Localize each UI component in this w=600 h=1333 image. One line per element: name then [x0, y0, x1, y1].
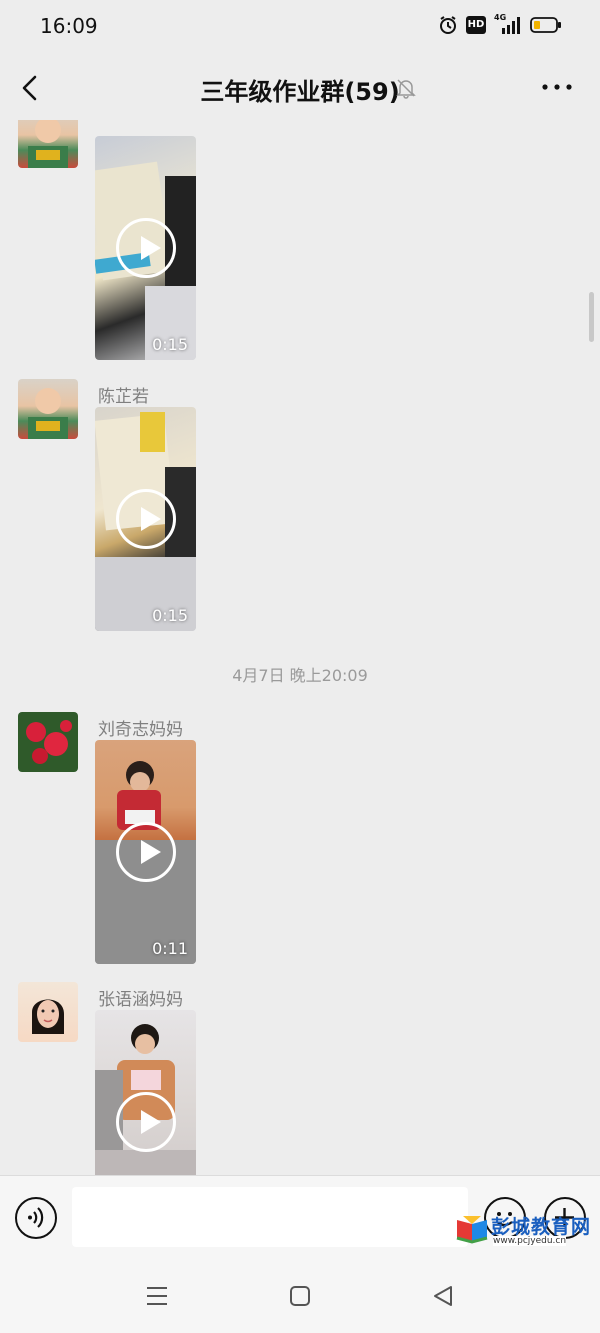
message-timestamp: 4月7日 晚上20:09: [232, 666, 368, 685]
watermark: 彭城教育网 www.pcjyedu.cn: [455, 1212, 595, 1246]
system-nav-bar: [0, 1255, 600, 1333]
video-message[interactable]: 0:11: [95, 740, 196, 964]
video-message[interactable]: 0:15: [95, 136, 196, 360]
battery-icon: [530, 17, 561, 33]
menu-icon[interactable]: [145, 1285, 169, 1307]
video-message[interactable]: [95, 1010, 196, 1175]
chat-title: 三年级作业群(59): [200, 78, 400, 106]
avatar[interactable]: [18, 120, 78, 168]
book-logo-icon: [456, 1216, 488, 1244]
back-triangle-icon[interactable]: [432, 1285, 454, 1307]
home-icon[interactable]: [289, 1285, 311, 1307]
more-icon[interactable]: [542, 82, 572, 92]
play-icon[interactable]: [115, 822, 176, 882]
sender-name: 刘奇志妈妈: [98, 720, 183, 740]
hd-icon: HD: [466, 16, 486, 34]
avatar[interactable]: [18, 379, 78, 439]
mute-bell-icon: [396, 79, 416, 99]
video-message[interactable]: 0:15: [95, 407, 196, 631]
play-icon[interactable]: [115, 489, 176, 549]
video-duration: 0:15: [152, 606, 188, 625]
message-input[interactable]: [72, 1187, 468, 1247]
chat-messages[interactable]: 0:15 陈芷若 0:15 4月7日 晚上20:09 刘奇志妈妈 0:11 张语…: [0, 120, 600, 1175]
play-icon[interactable]: [115, 1092, 176, 1152]
watermark-url: www.pcjyedu.cn: [493, 1236, 567, 1246]
status-time: 16:09: [40, 14, 98, 38]
alarm-icon: [440, 16, 456, 34]
avatar[interactable]: [18, 712, 78, 772]
status-icons: HD 4G: [438, 13, 562, 35]
avatar[interactable]: [18, 982, 78, 1042]
video-duration: 0:15: [152, 335, 188, 354]
sender-name: 张语涵妈妈: [98, 990, 183, 1010]
status-bar: 16:09 HD 4G: [0, 0, 600, 52]
scrollbar[interactable]: [589, 292, 594, 342]
video-duration: 0:11: [152, 939, 188, 958]
chat-header: 三年级作业群(59): [0, 52, 600, 124]
watermark-title: 彭城教育网: [491, 1216, 592, 1238]
sender-name: 陈芷若: [98, 387, 149, 407]
play-icon[interactable]: [115, 218, 176, 278]
signal-icon: 4G: [494, 13, 522, 35]
voice-icon[interactable]: [15, 1197, 57, 1239]
